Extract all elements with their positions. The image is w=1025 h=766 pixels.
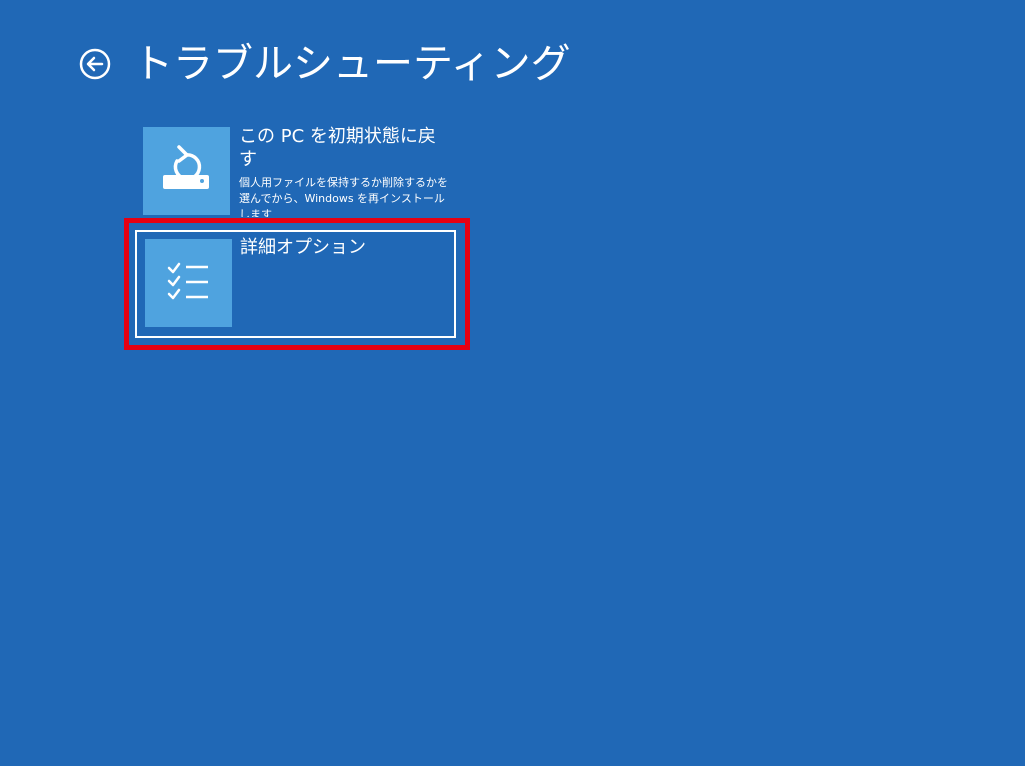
back-arrow-circle-icon — [79, 48, 111, 80]
advanced-options-text: 詳細オプション — [240, 236, 452, 336]
advanced-options-option[interactable]: 詳細オプション — [135, 230, 456, 338]
reset-pc-tile — [143, 127, 230, 215]
back-button[interactable] — [79, 48, 111, 80]
page-title: トラブルシューティング — [133, 41, 571, 87]
checklist-icon — [167, 262, 208, 300]
header: トラブルシューティング — [79, 36, 571, 92]
reset-pc-icon — [162, 145, 209, 189]
reset-pc-description: 個人用ファイルを保持するか削除するかを選んでから、Windows を再インストー… — [239, 176, 448, 217]
advanced-options-tile — [145, 239, 232, 327]
reset-pc-option[interactable]: この PC を初期状態に戻す 個人用ファイルを保持するか削除するかを選んでから、… — [135, 125, 456, 217]
reset-pc-text: この PC を初期状態に戻す 個人用ファイルを保持するか削除するかを選んでから、… — [239, 125, 451, 217]
advanced-options-title: 詳細オプション — [240, 237, 366, 258]
reset-pc-title: この PC を初期状態に戻す — [239, 126, 436, 170]
